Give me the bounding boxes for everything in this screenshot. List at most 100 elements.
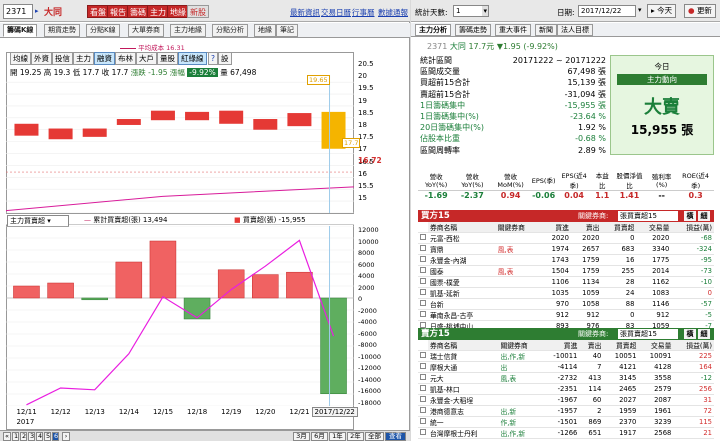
row-checkbox[interactable] [418,265,428,277]
tab-chips-trend[interactable]: 籌碼走勢 [455,24,491,36]
row-checkbox[interactable] [418,309,428,321]
page-1[interactable]: 1 [12,432,19,441]
broker-col-header[interactable]: 買賣超 [601,222,637,233]
broker-col-header[interactable]: 券商名稱 [428,222,496,233]
tab-futures[interactable]: 期貨走勢 [44,24,80,37]
tool-redgreen[interactable]: 紅綠線 [178,52,207,65]
today-button[interactable]: ▸ 今天 [647,4,677,18]
range-1y[interactable]: 1年 [329,432,346,441]
broker-row[interactable]: 台灣摩根士丹利 出,作,新 -1266 651 1917 2568 21 [418,427,714,439]
broker-col-header[interactable]: 買賣超 [603,340,639,351]
latest-info-link[interactable]: 最新資訊 [290,7,320,18]
tool-main[interactable]: 主力 [73,52,94,65]
tab-main-analysis[interactable]: 主力分析 [415,24,451,36]
broker-col-header[interactable]: 損益(萬) [671,222,714,233]
tab-branch-kline[interactable]: 分點K線 [86,24,120,37]
broker-row[interactable]: 瑞士信貸 出,作,新 -10011 40 10051 10091 225 [418,350,714,362]
range-6m[interactable]: 6月 [311,432,328,441]
location-button[interactable]: 地緣 [167,5,189,18]
sell-export-button[interactable]: 橫 [684,329,696,339]
broker-row[interactable]: 永豐金-大稻埕 -1967 60 2027 2087 31 [418,394,714,406]
buy-export-button[interactable]: 橫 [684,211,696,221]
broker-row[interactable]: 華南永昌-古亭 912 912 0 912 -5 [418,309,714,321]
calendar-icon[interactable]: ▾ [638,6,642,14]
row-checkbox[interactable] [418,372,428,384]
row-checkbox[interactable] [418,416,428,428]
tool-margin[interactable]: 融資 [94,52,115,65]
data-report-link[interactable]: 數據通報 [378,7,408,18]
broker-col-header[interactable]: 買進 [541,340,580,351]
broker-row[interactable]: 元大 風,表 -2732 413 3145 3558 -12 [418,372,714,384]
broker-col-header[interactable]: 關鍵券商 [495,222,541,233]
row-checkbox[interactable] [418,427,428,439]
row-checkbox[interactable] [418,298,428,310]
broker-row[interactable]: 摩根大通出 -4114 7 4121 4128 164 [418,361,714,373]
tab-main-location[interactable]: 主力地緣 [170,24,206,37]
tool-bollinger[interactable]: 布林 [115,52,136,65]
page-3[interactable]: 3 [28,432,35,441]
page-6[interactable]: 6 [52,432,59,441]
row-checkbox[interactable] [418,243,428,255]
settings-button[interactable]: 設 [218,52,232,65]
tab-notes[interactable]: 筆記 [276,24,298,37]
tab-branch-analysis[interactable]: 分點分析 [212,24,248,37]
tool-foreign[interactable]: 外資 [31,52,52,65]
broker-row[interactable]: 永豐金-內湖 1743 1759 16 1775 -95 [418,254,714,266]
range-2y[interactable]: 2年 [347,432,364,441]
sell-select[interactable]: 張買賣超15 [618,329,678,339]
broker-col-header[interactable]: 賣出 [570,222,602,233]
row-checkbox[interactable] [418,287,428,299]
broker-col-header[interactable]: 交易量 [638,340,674,351]
tab-major-events[interactable]: 重大事件 [495,24,531,36]
broker-col-header[interactable]: 損益(萬) [673,340,714,351]
tool-trust[interactable]: 投信 [52,52,73,65]
tab-big-brokers[interactable]: 大單券商 [128,24,164,37]
page-2[interactable]: 2 [20,432,27,441]
tab-analyst-target[interactable]: 法人目標 [557,24,593,36]
broker-row[interactable]: 港商德意志 出,新 -1957 2 1959 1961 72 [418,405,714,417]
help-icon[interactable]: ? [208,52,218,65]
broker-row[interactable]: 國票-樸愛 1106 1134 28 1162 -10 [418,276,714,288]
range-3m[interactable]: 3月 [293,432,310,441]
tool-big-holders[interactable]: 大戶 [136,52,157,65]
tool-ma[interactable]: 均線 [10,52,31,65]
chips-button[interactable]: 籌碼 [127,5,149,18]
broker-col-header[interactable]: 券商名稱 [428,340,499,351]
first-page-icon[interactable]: « [3,432,11,441]
broker-row[interactable]: 凱基-林口 -2351 114 2465 2579 256 [418,383,714,395]
row-checkbox[interactable] [418,383,428,395]
next-page-icon[interactable]: › [62,432,70,441]
row-checkbox[interactable] [418,361,428,373]
broker-row[interactable]: 台新 970 1058 88 1146 -57 [418,298,714,310]
new-stock-button[interactable]: 新股 [187,5,209,18]
tab-chips-kline[interactable]: 籌碼K線 [3,24,38,37]
date-input[interactable]: 2017/12/22 [578,5,636,17]
refresh-button[interactable]: ● 更新 [684,4,716,18]
view-button[interactable]: 看盤 [87,5,109,18]
search-icon[interactable]: ▸ [35,7,39,15]
broker-col-header[interactable]: 交易量 [636,222,672,233]
schedule-link[interactable]: 行事曆 [352,7,375,18]
page-4[interactable]: 4 [36,432,43,441]
tab-location[interactable]: 地緣 [254,24,276,37]
sell-more-button[interactable]: 細 [698,329,710,339]
broker-row[interactable]: 凱基-延新 1035 1059 24 1083 0 [418,287,714,299]
broker-row[interactable]: 統一 作,新 -1501 869 2370 3239 115 [418,416,714,428]
broker-row[interactable]: 元富-西松 2020 2020 0 2020 -68 [418,232,714,244]
broker-col-header[interactable]: 買進 [540,222,571,233]
row-checkbox[interactable] [418,254,428,266]
report-button[interactable]: 報告 [107,5,129,18]
trade-calendar-link[interactable]: 交易日曆 [321,7,351,18]
row-checkbox[interactable] [418,276,428,288]
row-checkbox[interactable] [418,232,428,244]
tool-volume[interactable]: 量股 [157,52,178,65]
broker-row[interactable]: 寶鼎 風,表 1974 2657 683 3340 -324 [418,243,714,255]
view-button-bottom[interactable]: 查看 [385,432,406,441]
page-5[interactable]: 5 [44,432,51,441]
buy-more-button[interactable]: 細 [698,211,710,221]
tab-news[interactable]: 新聞 [535,24,557,36]
broker-col-header[interactable]: 關鍵券商 [498,340,542,351]
days-select[interactable]: 1 ▾ [453,5,489,17]
stock-code-input[interactable]: 2371 [3,4,33,19]
row-checkbox[interactable] [418,350,428,362]
